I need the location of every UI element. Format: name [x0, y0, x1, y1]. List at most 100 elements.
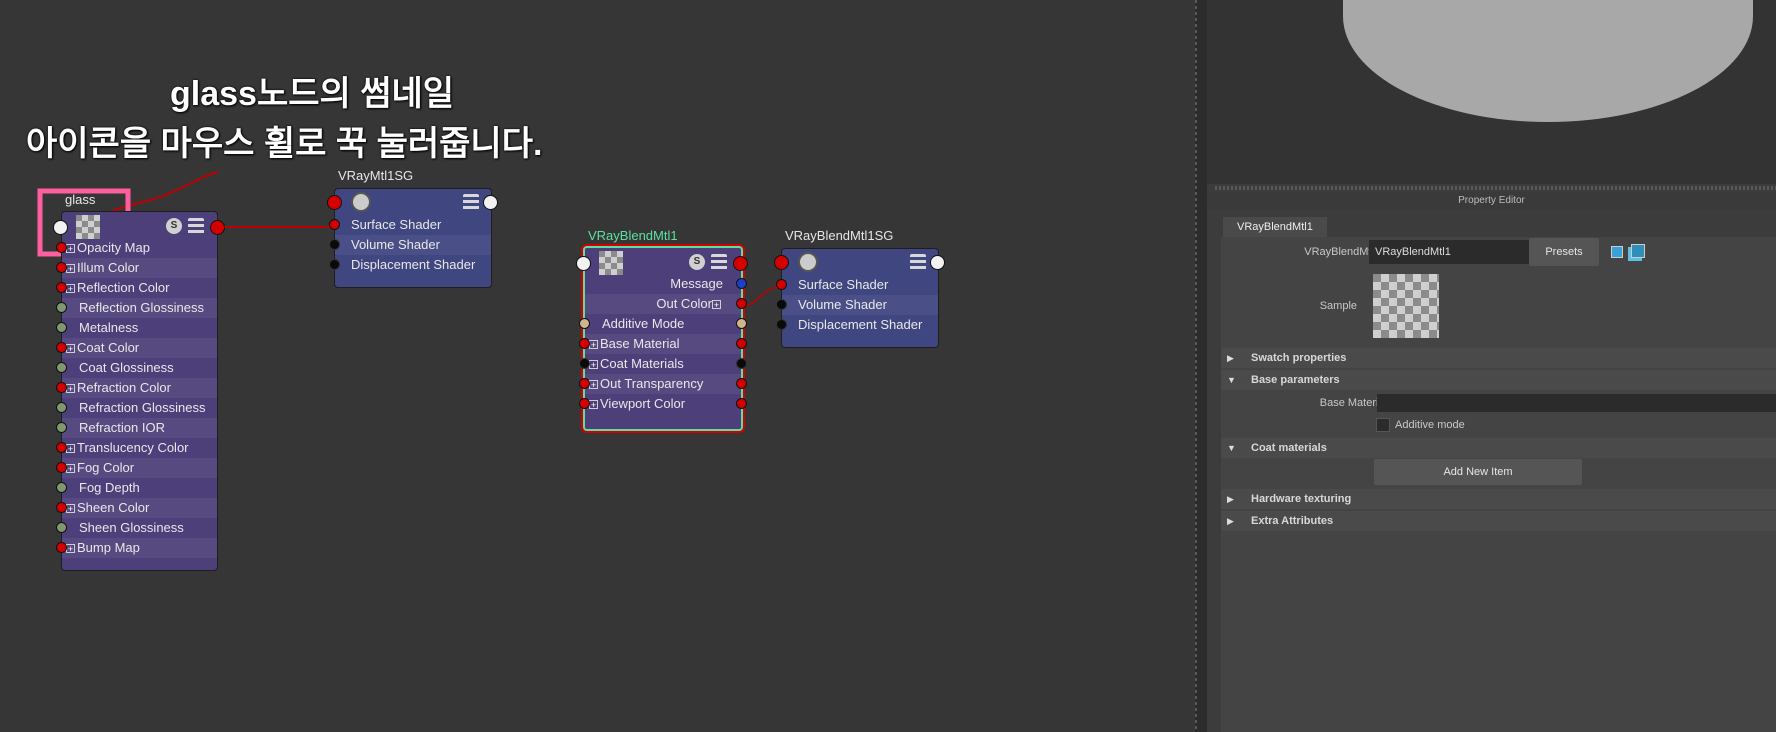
glass-thumbnail-icon[interactable] — [76, 215, 100, 239]
attribute-row[interactable]: + Refraction Color — [56, 378, 217, 398]
black-plug[interactable] — [329, 259, 340, 270]
vrayblendmtl1sg-node[interactable]: Surface Shader Volume Shader Displacement … — [776, 248, 939, 348]
panel-divider[interactable] — [1215, 186, 1776, 190]
attribute-row[interactable]: Volume Shader — [329, 235, 491, 255]
attribute-row[interactable]: + Base Material — [579, 334, 747, 354]
expand-plus-icon[interactable]: + — [66, 444, 75, 454]
attribute-row[interactable]: + Viewport Color — [579, 394, 747, 414]
black-plug[interactable] — [776, 299, 787, 310]
attribute-list-icon[interactable] — [711, 254, 727, 270]
attribute-list-icon[interactable] — [188, 218, 204, 234]
attribute-row[interactable]: + Fog Color — [56, 458, 217, 478]
expand-plus-icon[interactable]: + — [66, 464, 75, 474]
vrayblendmtl1-node[interactable]: S Message Out Color + Additive Mode + Base M… — [579, 246, 747, 431]
expand-plus-icon[interactable]: + — [66, 344, 75, 354]
red-plug[interactable] — [56, 242, 67, 253]
add-new-item-button[interactable]: Add New Item — [1374, 459, 1582, 485]
attribute-row[interactable]: Additive Mode — [579, 314, 747, 334]
expand-plus-icon[interactable]: + — [589, 340, 598, 350]
red-plug[interactable] — [776, 279, 787, 290]
red-plug[interactable] — [579, 338, 590, 349]
presets-button[interactable]: Presets — [1529, 238, 1599, 266]
show-node-icon[interactable] — [1611, 246, 1623, 258]
expand-plus-icon[interactable]: + — [66, 264, 75, 274]
attribute-row[interactable]: + Sheen Color — [56, 498, 217, 518]
red-plug[interactable] — [579, 398, 590, 409]
attribute-row[interactable]: Surface Shader — [776, 275, 938, 295]
expand-plus-icon[interactable]: + — [66, 384, 75, 394]
red-plug[interactable] — [736, 338, 747, 349]
red-plug[interactable] — [329, 219, 340, 230]
grey-plug[interactable] — [56, 482, 67, 493]
red-plug[interactable] — [56, 342, 67, 353]
red-plug[interactable] — [56, 282, 67, 293]
expand-plus-icon[interactable]: + — [712, 300, 721, 310]
blendsg-output-plug[interactable] — [930, 255, 945, 270]
red-plug[interactable] — [56, 442, 67, 453]
expand-plus-icon[interactable]: + — [589, 360, 598, 370]
blend-output-plug[interactable] — [733, 256, 748, 271]
attribute-list-icon[interactable] — [910, 254, 926, 270]
red-plug[interactable] — [736, 378, 747, 389]
tan-plug[interactable] — [579, 318, 590, 329]
blend-thumbnail-icon[interactable] — [599, 251, 623, 275]
attribute-row[interactable]: Displacement Shader — [776, 315, 938, 335]
attribute-row[interactable]: + Out Transparency — [579, 374, 747, 394]
vraymtl1sg-input-plug[interactable] — [327, 195, 342, 210]
material-preview-viewport[interactable] — [1207, 0, 1776, 184]
black-plug[interactable] — [579, 358, 590, 369]
attribute-row[interactable]: Refraction IOR — [56, 418, 217, 438]
base-parameters-section[interactable]: ▼ Base parameters — [1221, 370, 1776, 390]
red-plug[interactable] — [56, 382, 67, 393]
red-plug[interactable] — [56, 542, 67, 553]
vraymtl1sg-node-header[interactable] — [335, 189, 491, 215]
expand-plus-icon[interactable]: + — [66, 284, 75, 294]
panel-splitter[interactable] — [1195, 0, 1207, 732]
grey-plug[interactable] — [56, 422, 67, 433]
red-plug[interactable] — [56, 502, 67, 513]
glass-input-plug[interactable] — [53, 220, 68, 235]
node-name-field[interactable]: VRayBlendMtl1 — [1369, 240, 1531, 264]
extra-attributes-section[interactable]: ▶ Extra Attributes — [1221, 511, 1776, 531]
red-plug[interactable] — [56, 262, 67, 273]
tab-vrayblendmtl1[interactable]: VRayBlendMtl1 — [1223, 217, 1327, 237]
attribute-row[interactable]: Message — [585, 274, 747, 294]
base-material-field[interactable] — [1377, 394, 1776, 412]
black-plug[interactable] — [329, 239, 340, 250]
attribute-row[interactable]: + Illum Color — [56, 258, 217, 278]
expand-plus-icon[interactable]: + — [589, 400, 598, 410]
blendsg-node-header[interactable] — [782, 249, 938, 275]
red-plug[interactable] — [736, 298, 747, 309]
grey-plug[interactable] — [56, 522, 67, 533]
attribute-row[interactable]: Coat Glossiness — [56, 358, 217, 378]
black-plug[interactable] — [736, 358, 747, 369]
blend-node-header[interactable]: S — [585, 248, 741, 275]
attribute-row[interactable]: + Coat Color — [56, 338, 217, 358]
attribute-row[interactable]: + Translucency Color — [56, 438, 217, 458]
blue-plug[interactable] — [736, 278, 747, 289]
attribute-row[interactable]: + Coat Materials — [579, 354, 747, 374]
expand-plus-icon[interactable]: + — [66, 504, 75, 514]
vraymtl1sg-node[interactable]: Surface Shader Volume Shader Displacement … — [329, 188, 492, 288]
vraymtl1sg-output-plug[interactable] — [483, 195, 498, 210]
grey-plug[interactable] — [56, 302, 67, 313]
expand-plus-icon[interactable]: + — [589, 380, 598, 390]
glass-output-plug[interactable] — [210, 220, 225, 235]
red-plug[interactable] — [56, 462, 67, 473]
attribute-row[interactable]: Fog Depth — [56, 478, 217, 498]
additive-mode-checkbox[interactable] — [1376, 418, 1390, 432]
red-plug[interactable] — [736, 398, 747, 409]
swatch-properties-section[interactable]: ▶ Swatch properties — [1221, 348, 1776, 368]
node-editor-graph[interactable]: glass노드의 썸네일 아이콘을 마우스 휠로 꾹 눌러줍니다. glass … — [0, 0, 1195, 732]
attribute-row[interactable]: Refraction Glossiness — [56, 398, 217, 418]
blendsg-input-plug[interactable] — [774, 255, 789, 270]
attribute-row[interactable]: Surface Shader — [329, 215, 491, 235]
attribute-row[interactable]: Sheen Glossiness — [56, 518, 217, 538]
attribute-row[interactable]: Volume Shader — [776, 295, 938, 315]
black-plug[interactable] — [776, 319, 787, 330]
tan-plug[interactable] — [736, 318, 747, 329]
attribute-row[interactable]: Out Color + — [585, 294, 747, 314]
attribute-row[interactable]: Reflection Glossiness — [56, 298, 217, 318]
copy-tab-icon[interactable] — [1631, 244, 1645, 258]
attribute-row[interactable]: Metalness — [56, 318, 217, 338]
